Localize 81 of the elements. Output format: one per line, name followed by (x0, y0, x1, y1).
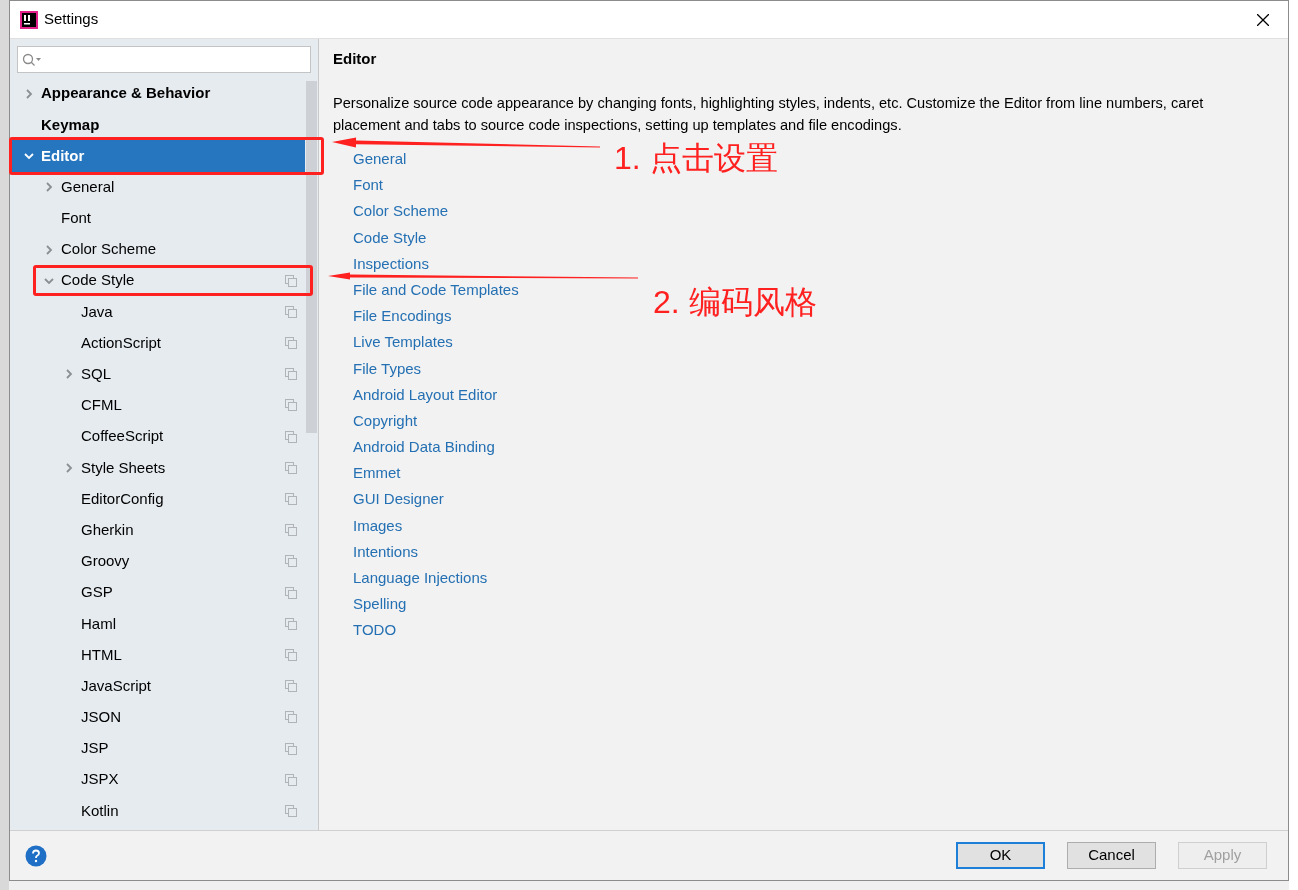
tree-item[interactable]: Keymap (24, 112, 304, 138)
copy-icon (285, 337, 297, 350)
chevron-down-icon[interactable] (24, 150, 34, 161)
copy-icon (285, 274, 297, 287)
chevron-down-icon[interactable] (44, 275, 54, 286)
settings-link[interactable]: Android Layout Editor (353, 385, 498, 403)
chevron-right-icon[interactable] (44, 182, 54, 193)
tree-item[interactable]: CFML (64, 392, 304, 418)
settings-link[interactable]: Copyright (353, 411, 418, 429)
scrollbar[interactable] (306, 81, 317, 433)
tree-item[interactable]: General (44, 174, 304, 200)
tree-item[interactable]: SQL (64, 361, 304, 387)
annotation-label: 1. 点击设置 (614, 140, 778, 176)
tree-item[interactable]: Gherkin (64, 517, 304, 543)
tree-item[interactable]: Style Sheets (64, 455, 304, 481)
copy-icon (285, 368, 297, 381)
annotation-label: 2. 编码风格 (653, 284, 817, 320)
copy-icon (285, 648, 297, 661)
tree-item[interactable]: Color Scheme (44, 237, 304, 263)
app-logo-icon (20, 10, 38, 29)
settings-link[interactable]: TODO (353, 621, 397, 639)
tree-item[interactable]: Kotlin (64, 798, 304, 824)
tree-item[interactable]: Java (64, 299, 304, 325)
tree-item[interactable]: HTML (64, 642, 304, 668)
settings-link[interactable]: Font (353, 176, 383, 194)
settings-link[interactable]: Intentions (353, 542, 419, 560)
settings-link[interactable]: File Types (353, 359, 422, 377)
window-title: Settings (44, 9, 100, 30)
copy-icon (285, 773, 297, 786)
tree-item[interactable]: Code Style (44, 268, 304, 294)
settings-link[interactable]: Inspections (353, 254, 429, 272)
settings-link[interactable]: GUI Designer (353, 490, 444, 508)
tree-item[interactable]: EditorConfig (64, 486, 304, 512)
settings-link[interactable]: Code Style (353, 228, 427, 246)
tree-item[interactable]: JSP (64, 736, 304, 762)
dialog-button[interactable]: Cancel (1067, 842, 1156, 869)
settings-link[interactable]: Images (353, 516, 403, 534)
tree-item[interactable]: Font (44, 205, 304, 231)
tree-item[interactable]: JSPX (64, 767, 304, 793)
settings-link[interactable]: Color Scheme (353, 202, 449, 220)
settings-link[interactable]: Live Templates (353, 333, 453, 351)
copy-icon (285, 524, 297, 537)
page-title: Editor (333, 50, 378, 68)
dialog-button[interactable]: OK (956, 842, 1045, 869)
settings-link[interactable]: General (353, 150, 407, 167)
search-icon (22, 52, 42, 67)
tree-item[interactable]: GSP (64, 580, 304, 606)
chevron-right-icon[interactable] (64, 369, 74, 380)
copy-icon (285, 804, 297, 817)
settings-link[interactable]: File and Code Templates (353, 280, 519, 298)
settings-link[interactable]: Android Data Binding (353, 438, 495, 456)
close-icon (1257, 13, 1269, 26)
tree-item[interactable]: JSON (64, 704, 304, 730)
chevron-right-icon[interactable] (24, 88, 34, 99)
settings-link[interactable]: Language Injections (353, 569, 488, 586)
chevron-right-icon[interactable] (64, 462, 74, 473)
copy-icon (285, 742, 297, 755)
copy-icon (285, 493, 297, 506)
copy-icon (285, 617, 297, 630)
search-field[interactable] (17, 46, 311, 73)
settings-link[interactable]: Spelling (353, 595, 407, 613)
chevron-right-icon[interactable] (44, 244, 54, 255)
settings-link[interactable]: File Encodings (353, 307, 452, 325)
tree-item[interactable]: Haml (64, 611, 304, 637)
copy-icon (285, 711, 297, 724)
description: Personalize source code appearance by changing fonts, highlighting styles, indents, etc. Customize the Editor from line numbers, caret placement and tabs to source code inspections, setting up templates and file encodings. (333, 94, 1205, 135)
copy-icon (285, 399, 297, 412)
tree-item[interactable]: Appearance & Behavior (24, 81, 304, 107)
help-icon[interactable] (25, 844, 47, 867)
tree-item[interactable]: Editor (24, 143, 304, 169)
copy-icon (285, 430, 297, 443)
settings-link[interactable]: Emmet (353, 464, 401, 482)
tree-item[interactable]: CoffeeScript (64, 424, 304, 450)
tree-item[interactable]: ActionScript (64, 330, 304, 356)
copy-icon (285, 461, 297, 474)
copy-icon (285, 555, 297, 568)
copy-icon (285, 586, 297, 599)
copy-icon (285, 305, 297, 318)
tree-item[interactable]: JavaScript (64, 673, 304, 699)
copy-icon (285, 680, 297, 693)
tree-item[interactable]: Groovy (64, 548, 304, 574)
